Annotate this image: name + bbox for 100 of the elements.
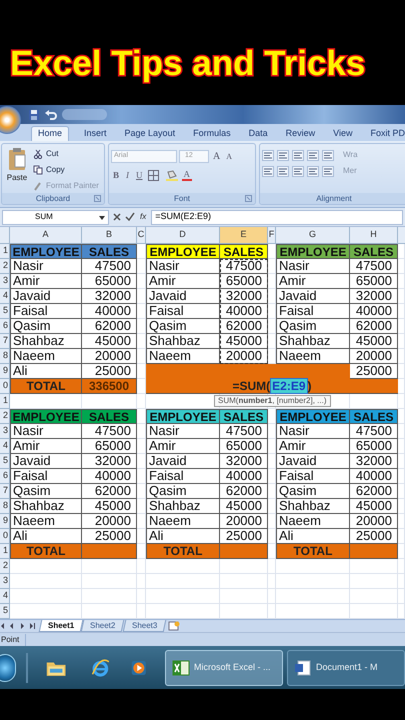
dropdown-caret-icon[interactable] xyxy=(99,216,105,220)
align-icon[interactable] xyxy=(262,166,274,176)
cut-button[interactable]: Cut xyxy=(33,147,99,161)
formula-input[interactable]: =SUM(E2:E9) xyxy=(151,210,403,224)
cancel-icon[interactable] xyxy=(112,212,122,222)
sheet-tab[interactable]: Sheet2 xyxy=(80,620,125,632)
select-all-button[interactable] xyxy=(0,227,10,244)
table-cell: Qasim xyxy=(146,484,220,499)
table-cell: 40000 xyxy=(82,304,137,319)
empty-cell[interactable] xyxy=(276,589,350,604)
save-icon[interactable] xyxy=(28,108,40,120)
row-number: 4 xyxy=(0,589,10,604)
column-header[interactable]: C xyxy=(137,227,146,244)
column-header[interactable]: F xyxy=(268,227,276,244)
empty-cell[interactable] xyxy=(398,394,405,409)
clipboard-icon[interactable] xyxy=(7,147,27,171)
dialog-launcher-icon[interactable] xyxy=(245,195,252,202)
align-icon[interactable] xyxy=(307,166,319,176)
align-icon[interactable] xyxy=(262,150,274,160)
row-number: 8 xyxy=(0,499,10,514)
align-icon[interactable] xyxy=(322,166,334,176)
empty-cell[interactable] xyxy=(146,574,220,589)
table-cell: Amir xyxy=(10,274,82,289)
insert-function-button[interactable]: fx xyxy=(138,211,148,223)
taskbar-button[interactable]: Document1 - M xyxy=(287,650,405,686)
column-header[interactable]: G xyxy=(276,227,350,244)
empty-cell[interactable] xyxy=(268,589,276,604)
undo-icon[interactable] xyxy=(44,108,58,120)
column-header[interactable]: B xyxy=(82,227,137,244)
dialog-launcher-icon[interactable] xyxy=(94,195,101,202)
empty-cell[interactable] xyxy=(350,574,398,589)
borders-icon[interactable] xyxy=(148,170,159,182)
table-cell: Amir xyxy=(10,439,82,454)
empty-cell[interactable] xyxy=(82,589,137,604)
table-cell: Qasim xyxy=(10,484,82,499)
ribbon-tab[interactable]: Home xyxy=(31,126,70,141)
empty-cell[interactable] xyxy=(82,574,137,589)
start-button[interactable] xyxy=(0,654,16,682)
empty-cell[interactable] xyxy=(276,574,350,589)
align-icon[interactable] xyxy=(307,150,319,160)
empty-cell[interactable] xyxy=(268,559,276,574)
align-icon[interactable] xyxy=(292,166,304,176)
total-cell: TOTAL xyxy=(10,544,82,559)
empty-cell[interactable] xyxy=(220,574,268,589)
sheet-navigation-icon[interactable] xyxy=(0,622,38,630)
column-header[interactable]: A xyxy=(10,227,82,244)
table-cell: 25000 xyxy=(350,364,398,379)
italic-button[interactable]: I xyxy=(124,169,132,182)
ribbon-tab[interactable]: Insert xyxy=(81,126,110,141)
align-icon[interactable] xyxy=(322,150,334,160)
align-icon[interactable] xyxy=(292,150,304,160)
table-cell: Ali xyxy=(10,529,82,544)
ribbon-tab[interactable]: Formulas xyxy=(190,126,234,141)
row-number: 3 xyxy=(0,574,10,589)
column-header[interactable]: E xyxy=(220,227,268,244)
sheet-tab[interactable]: Sheet1 xyxy=(38,620,84,632)
table-cell: Qasim xyxy=(146,319,220,334)
empty-cell[interactable] xyxy=(137,574,146,589)
paste-button[interactable]: Paste xyxy=(6,172,28,184)
header-cell: EMPLOYEE xyxy=(10,409,82,424)
column-header[interactable]: H xyxy=(350,227,398,244)
row-number: 1 xyxy=(0,544,10,559)
underline-button[interactable]: U xyxy=(134,169,145,182)
empty-cell[interactable] xyxy=(350,589,398,604)
enter-icon[interactable] xyxy=(125,212,135,222)
column-header[interactable] xyxy=(398,227,405,244)
empty-cell[interactable] xyxy=(398,559,405,574)
ribbon-tab[interactable]: View xyxy=(330,126,356,141)
font-color-button[interactable]: A xyxy=(182,170,192,182)
table-cell: 20000 xyxy=(82,349,137,364)
bold-button[interactable]: B xyxy=(111,169,122,182)
table-cell: Faisal xyxy=(10,469,82,484)
table-cell: Faisal xyxy=(276,304,350,319)
empty-cell[interactable] xyxy=(398,589,405,604)
table-cell: 62000 xyxy=(220,484,268,499)
grow-font-button[interactable]: A xyxy=(211,149,222,164)
name-box[interactable]: SUM xyxy=(2,210,109,224)
empty-cell[interactable] xyxy=(398,574,405,589)
column-header[interactable]: D xyxy=(146,227,220,244)
empty-cell[interactable] xyxy=(137,589,146,604)
insert-sheet-icon[interactable] xyxy=(166,621,181,631)
fill-color-icon[interactable] xyxy=(164,170,179,182)
empty-cell[interactable] xyxy=(268,574,276,589)
empty-cell[interactable] xyxy=(220,589,268,604)
align-icon[interactable] xyxy=(277,166,289,176)
ribbon-tab[interactable]: Foxit PD xyxy=(367,126,405,141)
copy-button[interactable]: Copy xyxy=(33,163,99,177)
row-number: 2 xyxy=(0,559,10,574)
empty-cell[interactable] xyxy=(137,559,146,574)
empty-cell[interactable] xyxy=(146,589,220,604)
shrink-font-button[interactable]: A xyxy=(224,150,234,162)
table-cell: 65000 xyxy=(82,439,137,454)
row-number: 3 xyxy=(0,424,10,439)
table-cell: 65000 xyxy=(220,274,268,289)
align-icon[interactable] xyxy=(277,150,289,160)
ribbon-tab[interactable]: Data xyxy=(246,126,271,141)
sheet-tab[interactable]: Sheet3 xyxy=(122,620,166,632)
table-cell: 65000 xyxy=(350,439,398,454)
ribbon-tab[interactable]: Page Layout xyxy=(122,126,178,141)
ribbon-tab[interactable]: Review xyxy=(282,126,318,141)
